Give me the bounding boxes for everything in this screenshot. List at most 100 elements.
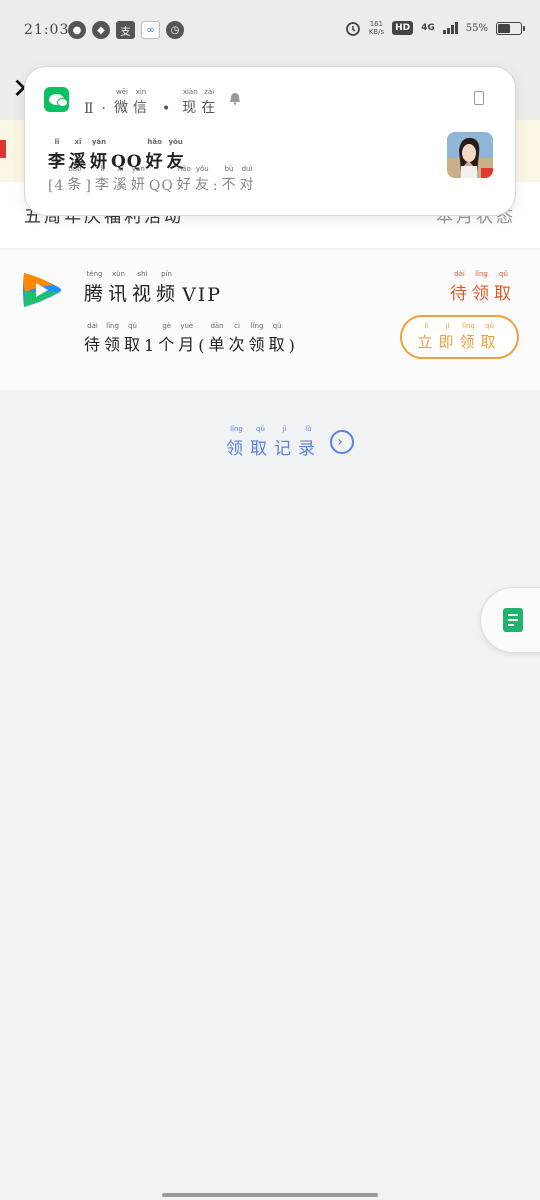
claim-now-button[interactable]: lì 立 jí 即 lǐng 领 qǔ 取 bbox=[400, 315, 519, 359]
hanzi: 对 bbox=[239, 177, 255, 193]
wechat-icon bbox=[44, 87, 69, 112]
hanzi: 视 bbox=[132, 283, 154, 305]
pinyin bbox=[215, 169, 217, 178]
hanzi: 频 bbox=[156, 283, 178, 305]
vip-title: téng 腾 xùn 讯 shì 视 pín 频 VIP bbox=[84, 270, 223, 306]
pinyin: xùn bbox=[112, 270, 126, 278]
pinyin bbox=[55, 169, 57, 178]
hanzi: 好 bbox=[176, 177, 192, 193]
pinyin: qǔ bbox=[272, 322, 282, 330]
ruby-char: qǔ 取 bbox=[481, 322, 499, 352]
hanzi: 单 bbox=[208, 335, 226, 354]
hanzi: 信 bbox=[132, 100, 149, 116]
ruby-char: lǐng 领 bbox=[472, 270, 491, 304]
hanzi: 讯 bbox=[108, 283, 130, 305]
ruby-char: lì 立 bbox=[417, 322, 435, 352]
pinyin bbox=[160, 169, 162, 178]
signal-icon bbox=[442, 22, 458, 34]
ruby-char: 1 bbox=[144, 327, 155, 355]
hanzi: 妍 bbox=[130, 177, 146, 193]
pinyin: yǒu bbox=[195, 165, 209, 173]
ruby-char: gè 个 bbox=[158, 322, 175, 355]
ruby-char: : bbox=[213, 169, 219, 194]
hanzi: 即 bbox=[438, 333, 457, 351]
bell-icon bbox=[230, 93, 240, 105]
ruby-char: dài 待 bbox=[84, 322, 101, 355]
pinyin: lǐ bbox=[54, 138, 60, 146]
ruby-char: dài 待 bbox=[450, 270, 469, 304]
pinyin: qǔ bbox=[256, 425, 265, 433]
hanzi: 在 bbox=[201, 100, 218, 116]
home-indicator[interactable] bbox=[162, 1193, 378, 1197]
ruby-char: yán 妍 bbox=[131, 165, 146, 194]
ruby-char: ( bbox=[198, 327, 205, 355]
hanzi: 微 bbox=[113, 100, 130, 116]
hanzi: 录 bbox=[298, 439, 319, 459]
pinyin: zài bbox=[204, 88, 215, 96]
hanzi: 次 bbox=[228, 335, 246, 354]
floating-doc-button[interactable] bbox=[480, 587, 540, 653]
pinyin: cì bbox=[234, 322, 240, 330]
alarm-icon bbox=[345, 22, 360, 36]
hanzi: 取 bbox=[494, 284, 513, 304]
ruby-char: qǔ 取 bbox=[250, 425, 271, 459]
hanzi: 领 bbox=[472, 284, 491, 304]
hanzi: : bbox=[212, 178, 219, 194]
hanzi: 现 bbox=[182, 100, 199, 116]
network-speed: 161 KB/s bbox=[368, 20, 385, 36]
hanzi: 溪 bbox=[112, 177, 128, 193]
battery-icon bbox=[496, 21, 525, 35]
pinyin: lǐng bbox=[462, 322, 475, 330]
ruby-char: yuè 月 bbox=[178, 322, 195, 355]
pinyin: dài bbox=[87, 322, 98, 330]
ruby-char: xī 溪 bbox=[113, 165, 128, 194]
pinyin: xī bbox=[74, 138, 82, 146]
ruby-char: lǐng 领 bbox=[249, 322, 266, 355]
pinyin: lǐng bbox=[475, 270, 488, 278]
claim-records-link[interactable]: lǐng 领 qǔ 取 jì 记 lù 录 › bbox=[226, 425, 354, 459]
ruby-char: ] bbox=[85, 169, 91, 194]
banner-accent bbox=[0, 140, 6, 158]
hanzi: QQ bbox=[148, 178, 174, 194]
ruby-char: yǒu 友 bbox=[195, 165, 210, 194]
ruby-char: téng 腾 bbox=[84, 270, 105, 306]
pinyin bbox=[291, 327, 293, 336]
pinyin: téng bbox=[86, 270, 103, 278]
hanzi: 领 bbox=[104, 335, 122, 354]
hanzi: 1 bbox=[144, 336, 156, 355]
hanzi: 领 bbox=[459, 333, 478, 351]
hanzi: 不 bbox=[221, 177, 237, 193]
hanzi: 待 bbox=[84, 335, 102, 354]
ruby-char: wēi 微 bbox=[114, 88, 130, 117]
pinyin: yán bbox=[91, 138, 107, 146]
pinyin: gè bbox=[162, 322, 172, 330]
hanzi: 取 bbox=[480, 333, 499, 351]
ruby-char: lǐ 李 bbox=[95, 165, 110, 194]
ruby-char: pín 频 bbox=[156, 270, 177, 306]
hanzi: 条 bbox=[67, 177, 83, 193]
pinyin bbox=[126, 143, 128, 152]
ruby-char: lǐng 领 bbox=[460, 322, 478, 352]
ruby-char: zài 在 bbox=[201, 88, 217, 117]
pinyin: xìn bbox=[135, 88, 147, 96]
wechat-status-icon: ● bbox=[68, 21, 86, 39]
status-notification-icons: ● ◆ 支 ∞ ◷ bbox=[68, 21, 184, 39]
hanzi: 取 bbox=[268, 335, 286, 354]
pinyin: yǒu bbox=[168, 138, 183, 146]
compass-status-icon: ◷ bbox=[166, 21, 184, 39]
pinyin: hǎo bbox=[177, 165, 191, 173]
ruby-char: qǔ 取 bbox=[124, 322, 141, 355]
tencent-video-logo bbox=[23, 273, 61, 307]
hanzi: 记 bbox=[274, 439, 295, 459]
ruby-char: QQ bbox=[149, 169, 174, 194]
status-time: 21:03 bbox=[24, 22, 70, 38]
pinyin: wēi bbox=[115, 88, 128, 96]
pinyin: yuè bbox=[180, 322, 194, 330]
hanzi: 领 bbox=[248, 335, 266, 354]
hanzi: 待 bbox=[450, 284, 469, 304]
document-icon bbox=[503, 608, 523, 632]
hanzi: 取 bbox=[124, 335, 142, 354]
hanzi: ] bbox=[85, 178, 92, 194]
infinity-status-icon: ∞ bbox=[141, 21, 160, 39]
hanzi: 李 bbox=[94, 177, 110, 193]
